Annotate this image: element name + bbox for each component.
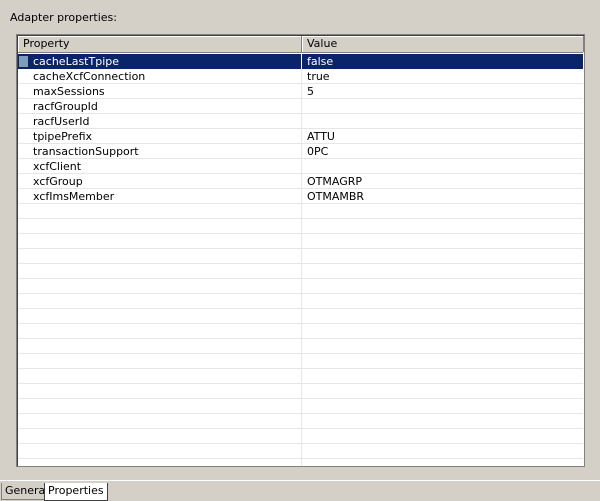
table-row[interactable]: cacheXcfConnection true — [18, 69, 583, 84]
value-cell[interactable] — [307, 159, 577, 174]
empty-table-row — [18, 279, 583, 294]
table-row[interactable]: cacheLastTpipe false — [18, 54, 583, 69]
empty-table-row — [18, 219, 583, 234]
value-cell[interactable]: true — [307, 69, 577, 84]
empty-table-row — [18, 429, 583, 444]
table-row[interactable]: maxSessions 5 — [18, 84, 583, 99]
empty-table-row — [18, 264, 583, 279]
column-header-property[interactable]: Property — [18, 36, 302, 52]
value-cell[interactable]: OTMAGRP — [307, 174, 577, 189]
column-header-value[interactable]: Value — [302, 36, 584, 52]
property-cell: tpipePrefix — [33, 130, 93, 143]
table-row[interactable]: xcfImsMember OTMAMBR — [18, 189, 583, 204]
empty-table-row — [18, 249, 583, 264]
empty-table-row — [18, 234, 583, 249]
empty-table-row — [18, 324, 583, 339]
property-cell: transactionSupport — [33, 145, 139, 158]
table-row[interactable]: racfUserId — [18, 114, 583, 129]
property-cell: cacheLastTpipe — [33, 55, 119, 68]
row-selector-marker — [19, 56, 28, 67]
empty-table-row — [18, 399, 583, 414]
empty-table-row — [18, 459, 583, 466]
property-cell: racfUserId — [33, 115, 90, 128]
value-cell[interactable]: false — [307, 54, 577, 69]
value-cell[interactable]: 0PC — [307, 144, 577, 159]
empty-table-row — [18, 444, 583, 459]
empty-table-row — [18, 369, 583, 384]
empty-table-row — [18, 384, 583, 399]
empty-table-row — [18, 339, 583, 354]
table-row[interactable]: transactionSupport 0PC — [18, 144, 583, 159]
value-cell[interactable] — [307, 99, 577, 114]
property-cell: maxSessions — [33, 85, 105, 98]
property-cell: cacheXcfConnection — [33, 70, 146, 83]
table-body: cacheLastTpipe false cacheXcfConnection … — [18, 54, 583, 466]
property-cell: xcfImsMember — [33, 190, 115, 203]
value-cell[interactable]: OTMAMBR — [307, 189, 577, 204]
table-header: Property Value — [18, 36, 584, 53]
empty-table-row — [18, 294, 583, 309]
value-cell[interactable]: 5 — [307, 84, 577, 99]
empty-table-row — [18, 354, 583, 369]
property-cell: xcfClient — [33, 160, 82, 173]
empty-table-row — [18, 309, 583, 324]
bottom-tab-bar: General Properties — [0, 480, 600, 501]
empty-table-row — [18, 204, 583, 219]
value-cell[interactable]: ATTU — [307, 129, 577, 144]
property-cell: racfGroupId — [33, 100, 98, 113]
empty-table-row — [18, 414, 583, 429]
tab-properties[interactable]: Properties — [44, 483, 108, 501]
table-row[interactable]: xcfClient — [18, 159, 583, 174]
table-row[interactable]: xcfGroup OTMAGRP — [18, 174, 583, 189]
adapter-properties-heading: Adapter properties: — [10, 11, 117, 24]
table-row[interactable]: racfGroupId — [18, 99, 583, 114]
table-row[interactable]: tpipePrefix ATTU — [18, 129, 583, 144]
value-cell[interactable] — [307, 114, 577, 129]
properties-table: Property Value cacheLastTpipe false cach… — [16, 34, 585, 467]
property-cell: xcfGroup — [33, 175, 83, 188]
